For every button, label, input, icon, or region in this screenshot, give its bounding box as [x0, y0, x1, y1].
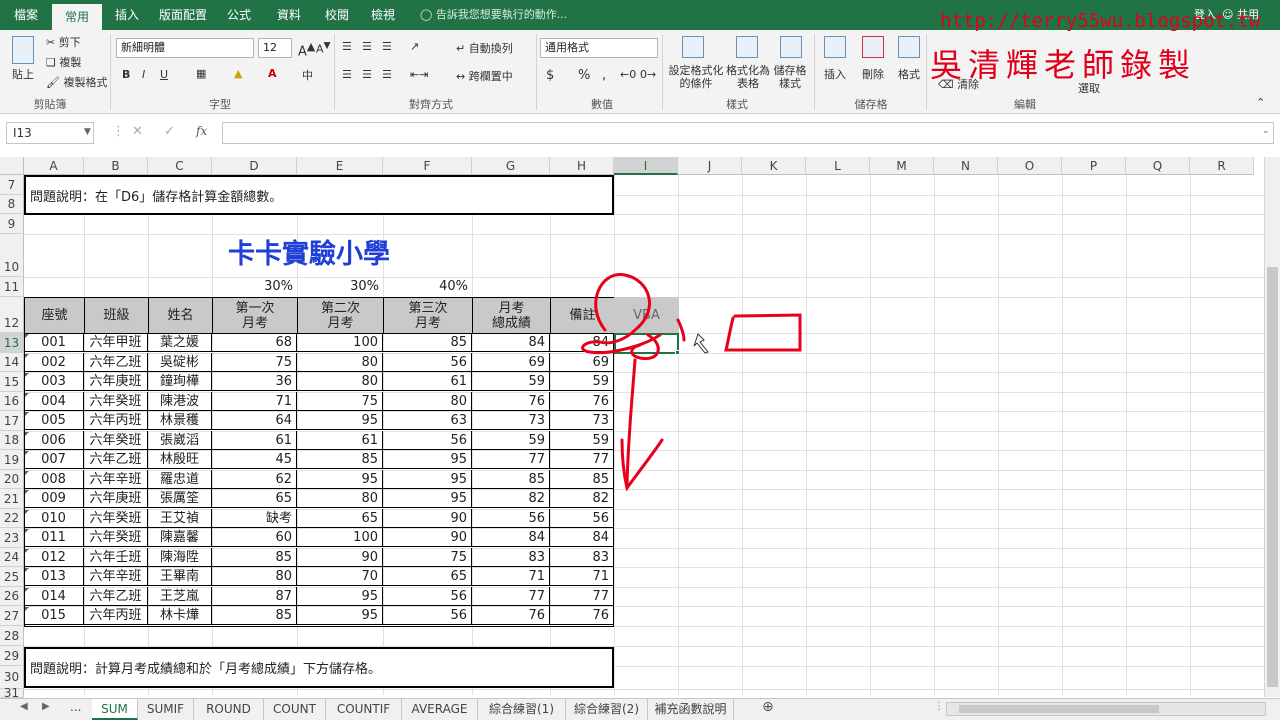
red-annotation-overlay — [581, 273, 802, 492]
excel-window: 檔案 常用 插入 版面配置 公式 資料 校閱 檢視 ◯ 告訴我您想要執行的動作... 登入 ☺… — [0, 0, 1280, 720]
mouse-cursor-icon — [693, 333, 709, 354]
